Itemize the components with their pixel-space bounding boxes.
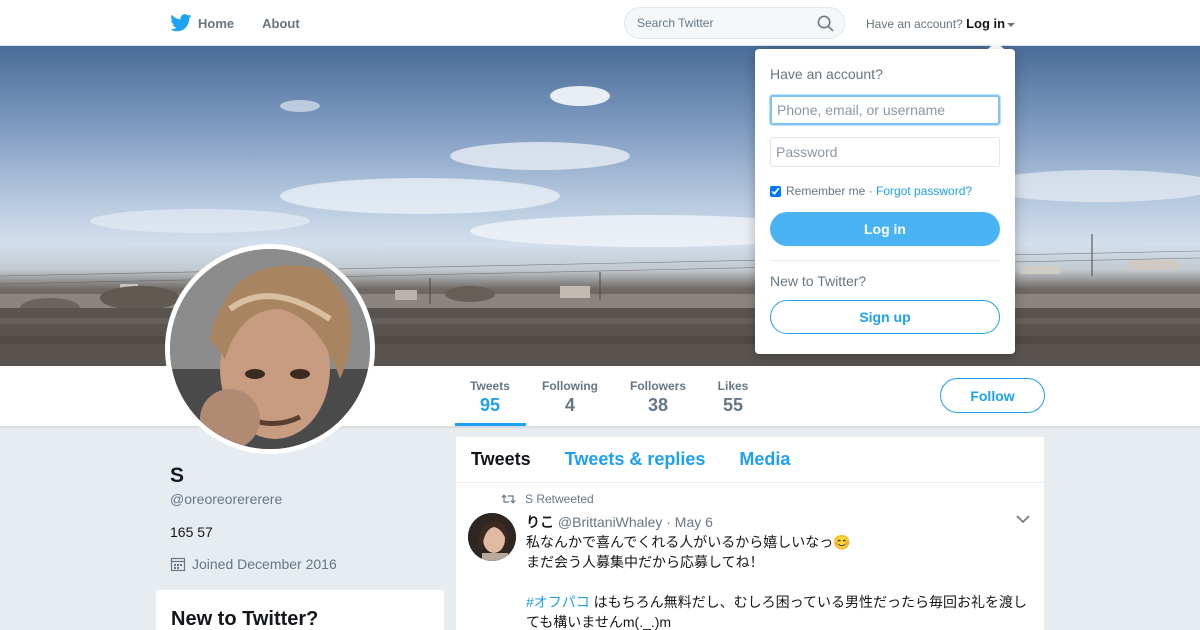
login-link-label[interactable]: Log in — [966, 16, 1005, 31]
stat-likes-label[interactable]: Likes — [712, 379, 754, 393]
tweet-author-avatar[interactable] — [468, 513, 516, 561]
forgot-password-link[interactable]: Forgot password? — [876, 184, 972, 198]
stat-tweets-label[interactable]: Tweets — [466, 379, 514, 393]
timeline-tabs: Tweets Tweets & replies Media — [456, 437, 1044, 483]
search-input[interactable] — [637, 16, 807, 30]
username-input[interactable] — [770, 95, 1000, 125]
follow-button[interactable]: Follow — [940, 378, 1045, 413]
tab-tweets-replies[interactable]: Tweets & replies — [565, 449, 706, 470]
stat-followers-value[interactable]: 38 — [626, 395, 690, 416]
tweet-text-blank — [526, 572, 1031, 592]
login-dropdown-toggle[interactable]: Log in — [966, 16, 1016, 31]
twitter-bird-icon[interactable] — [170, 14, 192, 32]
new-to-twitter-label: New to Twitter? — [770, 273, 867, 289]
stat-following-value[interactable]: 4 — [538, 395, 602, 416]
tweet-avatar-photo — [468, 513, 516, 561]
retweet-icon — [501, 494, 516, 504]
retweet-context: S Retweeted — [501, 492, 594, 506]
stat-followers-label[interactable]: Followers — [626, 379, 690, 393]
tweet-author-handle[interactable]: @BrittaniWhaley — [558, 514, 662, 530]
timeline: Tweets Tweets & replies Media S Retweete… — [456, 437, 1044, 630]
dropdown-title: Have an account? — [770, 66, 883, 82]
stat-followers[interactable]: Followers 38 — [626, 379, 690, 416]
tweet-text-span: はもちろん無料だし、むしろ困っている男性だったら毎回お礼を渡しても構いませんm(… — [526, 594, 1027, 630]
remember-me-checkbox[interactable] — [770, 185, 781, 197]
search-box[interactable] — [624, 7, 845, 39]
profile-joined-text: Joined December 2016 — [192, 556, 337, 572]
avatar-photo — [170, 249, 370, 449]
tweet-header: りこ @BrittaniWhaley · May 6 — [526, 512, 713, 532]
profile-handle[interactable]: @oreoreorererere — [170, 491, 282, 507]
separator-dot: · — [865, 184, 877, 198]
dropdown-caret — [988, 41, 1004, 49]
tweet-text-line: 私なんかで喜んでくれる人がいるから嬉しいなっ😊 — [526, 534, 851, 550]
tweet-text-line: まだ会う人募集中だから応募してね！ — [526, 554, 764, 570]
signup-button[interactable]: Sign up — [770, 300, 1000, 334]
hashtag-link[interactable]: #オフパコ — [526, 594, 590, 610]
nav-about-link[interactable]: About — [262, 16, 300, 31]
caret-down-icon[interactable] — [1007, 22, 1016, 27]
stat-following-label[interactable]: Following — [538, 379, 602, 393]
stat-tweets-value[interactable]: 95 — [466, 395, 514, 416]
search-icon[interactable] — [817, 15, 834, 32]
profile-avatar[interactable] — [165, 244, 375, 454]
login-dropdown: Have an account? Remember me · Forgot pa… — [755, 49, 1015, 354]
profile-joined: Joined December 2016 — [170, 556, 337, 572]
login-button[interactable]: Log in — [770, 212, 1000, 246]
nav-home-link[interactable]: Home — [198, 16, 234, 31]
stat-likes-value[interactable]: 55 — [712, 395, 754, 416]
chevron-down-icon[interactable] — [1016, 514, 1030, 524]
stat-likes[interactable]: Likes 55 — [712, 379, 754, 416]
profile-name[interactable]: S — [170, 464, 184, 488]
retweet-context-text[interactable]: S Retweeted — [525, 492, 594, 506]
tab-media[interactable]: Media — [739, 449, 790, 470]
tweet-text-line: #オフパコ はもちろん無料だし、むしろ困っている男性だったら毎回お礼を渡しても構… — [526, 592, 1031, 630]
tweet-text: 私なんかで喜んでくれる人がいるから嬉しいなっ😊 まだ会う人募集中だから応募してね… — [526, 532, 1031, 630]
calendar-icon — [170, 557, 186, 572]
tab-tweets[interactable]: Tweets — [471, 449, 531, 470]
new-to-twitter-card: New to Twitter? — [156, 590, 444, 630]
tweet-author-name[interactable]: りこ — [526, 514, 554, 530]
dropdown-divider — [770, 260, 1000, 261]
top-navigation-bar: Home About Have an account? Log in — [0, 0, 1200, 46]
stat-tweets[interactable]: Tweets 95 — [466, 379, 514, 416]
password-input[interactable] — [770, 137, 1000, 167]
remember-row: Remember me · Forgot password? — [770, 184, 972, 198]
remember-me-label[interactable]: Remember me — [786, 184, 865, 198]
active-tab-indicator — [455, 423, 526, 426]
new-to-twitter-title: New to Twitter? — [171, 608, 319, 630]
tweet-date[interactable]: · May 6 — [666, 514, 713, 530]
nav-left: Home About — [170, 0, 328, 46]
have-account-text: Have an account? — [866, 17, 963, 31]
login-prompt: Have an account? Log in — [866, 16, 1016, 31]
profile-bio: 165 57 — [170, 524, 213, 540]
stat-following[interactable]: Following 4 — [538, 379, 602, 416]
